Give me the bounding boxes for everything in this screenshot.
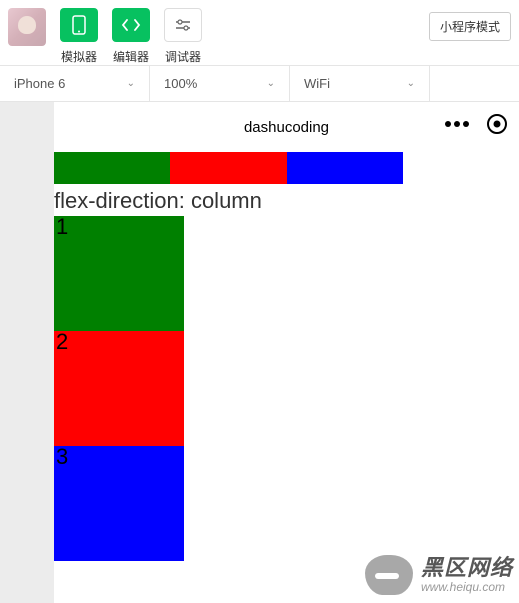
chevron-down-icon: ⌄: [407, 78, 415, 89]
chevron-down-icon: ⌄: [267, 78, 275, 89]
simulator-label: 模拟器: [61, 48, 97, 65]
sliders-icon: [164, 8, 202, 42]
row-box-3: [287, 152, 403, 184]
avatar[interactable]: [8, 8, 46, 46]
watermark-url: www.heiqu.com: [421, 581, 513, 594]
watermark: 黑区网络 www.heiqu.com: [365, 555, 513, 595]
network-dropdown[interactable]: WiFi ⌄: [290, 66, 430, 101]
page-title: dashucoding: [244, 119, 329, 136]
flex-column-demo: 1 2 3: [54, 216, 184, 561]
flex-row-demo: [54, 152, 403, 184]
device-dropdown[interactable]: iPhone 6 ⌄: [0, 66, 150, 101]
phone-nav-bar: dashucoding: [54, 102, 519, 152]
row-box-1: [54, 152, 170, 184]
col-box-2: 2: [54, 331, 184, 446]
phone-icon: [60, 8, 98, 42]
network-value: WiFi: [304, 76, 330, 91]
capsule: [445, 114, 507, 134]
row-box-2: [170, 152, 286, 184]
debugger-button[interactable]: 调试器: [164, 8, 202, 65]
menu-icon[interactable]: [445, 121, 469, 127]
ruler-gutter: [0, 102, 54, 603]
watermark-title: 黑区网络: [421, 556, 513, 580]
col-box-3: 3: [54, 446, 184, 561]
debugger-label: 调试器: [165, 48, 201, 65]
simulator-button[interactable]: 模拟器: [60, 8, 98, 65]
close-icon[interactable]: [487, 114, 507, 134]
simulator-area: dashucoding flex-direction: column 1 2 3: [0, 102, 519, 603]
phone-viewport: dashucoding flex-direction: column 1 2 3: [54, 102, 519, 603]
device-value: iPhone 6: [14, 76, 65, 91]
chevron-down-icon: ⌄: [127, 78, 135, 89]
mode-button[interactable]: 小程序模式: [429, 12, 511, 41]
top-toolbar: 模拟器 编辑器 调试器 小程序模式: [0, 0, 519, 66]
editor-label: 编辑器: [113, 48, 149, 65]
code-icon: [112, 8, 150, 42]
editor-button[interactable]: 编辑器: [112, 8, 150, 65]
mushroom-icon: [365, 555, 413, 595]
dropdown-bar: iPhone 6 ⌄ 100% ⌄ WiFi ⌄: [0, 66, 519, 102]
col-box-1: 1: [54, 216, 184, 331]
zoom-dropdown[interactable]: 100% ⌄: [150, 66, 290, 101]
zoom-value: 100%: [164, 76, 197, 91]
section-title: flex-direction: column: [54, 184, 519, 216]
